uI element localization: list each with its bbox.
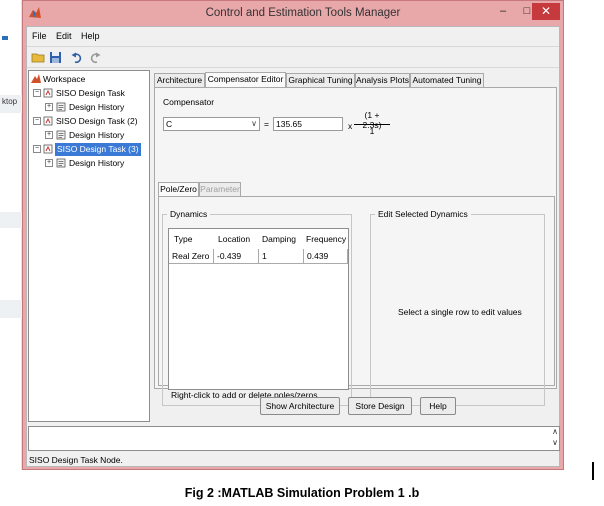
tree-label-siso-1: SISO Design Task: [56, 88, 125, 98]
close-button[interactable]: ✕: [532, 3, 560, 20]
select-row-hint: Select a single row to edit values: [398, 307, 522, 317]
desktop-strip-3: [0, 300, 22, 318]
collapse-icon[interactable]: −: [33, 117, 41, 125]
tree-label-history-2: Design History: [69, 130, 125, 140]
compensator-label: Compensator: [163, 97, 215, 107]
edit-selected-group: Edit Selected Dynamics Select a single r…: [370, 209, 545, 406]
compensator-editor-panel: Compensator C ∨ = 135.65 x (1 + 2.3s) 1 …: [154, 87, 557, 406]
task-icon: [43, 144, 53, 154]
expand-icon[interactable]: +: [45, 159, 53, 167]
column-header-location[interactable]: Location: [215, 232, 259, 246]
undo-icon[interactable]: [70, 50, 85, 65]
tab-compensator-editor[interactable]: Compensator Editor: [205, 72, 286, 88]
edit-selected-title: Edit Selected Dynamics: [375, 209, 471, 219]
column-header-type[interactable]: Type: [171, 232, 215, 246]
equals-sign: =: [264, 119, 269, 129]
chevron-down-icon: ∨: [251, 119, 257, 128]
table-cell-damping[interactable]: 1: [259, 249, 304, 263]
gain-input[interactable]: 135.65: [273, 117, 343, 131]
client-area: File Edit Help Workspace − SISO Design T…: [26, 26, 560, 467]
dynamics-group: Dynamics Type Location Damping Frequency…: [162, 209, 352, 406]
desktop-icon: [2, 36, 8, 40]
times-sign: x: [348, 121, 353, 131]
compensator-select[interactable]: C ∨: [163, 117, 260, 131]
minimize-button[interactable]: –: [491, 3, 515, 20]
pole-zero-panel: Dynamics Type Location Damping Frequency…: [158, 196, 555, 406]
fraction-bar: [354, 124, 390, 125]
scroll-up-icon[interactable]: ∧: [552, 427, 558, 436]
workspace-tree[interactable]: Workspace − SISO Design Task + Design Hi…: [28, 70, 150, 422]
history-icon: [56, 158, 66, 168]
message-area[interactable]: ∧ ∨: [28, 426, 560, 451]
transfer-denominator: 1: [369, 126, 375, 136]
tree-label-history-1: Design History: [69, 102, 125, 112]
redo-icon[interactable]: [87, 50, 102, 65]
tab-graphical-tuning[interactable]: Graphical Tuning: [286, 73, 355, 88]
column-header-damping[interactable]: Damping: [259, 232, 303, 246]
expand-icon[interactable]: +: [45, 103, 53, 111]
table-cell-frequency[interactable]: 0.439: [304, 249, 348, 263]
workspace-icon: [31, 74, 41, 83]
save-icon[interactable]: [48, 50, 63, 65]
menu-help[interactable]: Help: [81, 31, 100, 41]
tools-manager-window: Control and Estimation Tools Manager – □…: [22, 0, 564, 470]
menu-edit[interactable]: Edit: [56, 31, 72, 41]
desktop-strip-2: [0, 212, 22, 228]
row-divider: [169, 263, 348, 264]
open-folder-icon[interactable]: [31, 50, 46, 65]
menu-bar: File Edit Help: [27, 27, 559, 46]
tree-label-siso-3: SISO Design Task (3): [55, 143, 141, 156]
dynamics-title: Dynamics: [167, 209, 211, 219]
tab-pole-zero[interactable]: Pole/Zero: [158, 182, 199, 196]
task-icon: [43, 88, 53, 98]
tree-label-workspace: Workspace: [43, 74, 86, 84]
compensator-select-value: C: [166, 119, 173, 129]
column-header-frequency[interactable]: Frequency: [303, 232, 348, 246]
tab-analysis-plots[interactable]: Analysis Plots: [355, 73, 410, 88]
tab-parameter: Parameter: [199, 182, 241, 196]
collapse-icon[interactable]: −: [33, 89, 41, 97]
table-cell-location[interactable]: -0.439: [214, 249, 259, 263]
history-icon: [56, 130, 66, 140]
store-design-button[interactable]: Store Design: [348, 397, 412, 415]
title-bar[interactable]: Control and Estimation Tools Manager – □…: [23, 1, 563, 25]
figure-caption: Fig 2 :MATLAB Simulation Problem 1 .b: [184, 486, 420, 500]
show-architecture-button[interactable]: Show Architecture: [260, 397, 340, 415]
tree-label-siso-2: SISO Design Task (2): [56, 116, 138, 126]
history-icon: [56, 102, 66, 112]
tab-architecture[interactable]: Architecture: [154, 73, 205, 88]
desktop-edge: [0, 0, 22, 470]
table-cell-type[interactable]: Real Zero: [169, 249, 214, 263]
collapse-icon[interactable]: −: [33, 145, 41, 153]
tab-automated-tuning[interactable]: Automated Tuning: [410, 73, 484, 88]
task-icon: [43, 116, 53, 126]
matlab-app-icon: [29, 7, 41, 18]
tree-label-history-3: Design History: [69, 158, 125, 168]
menu-file[interactable]: File: [32, 31, 47, 41]
text-cursor: [592, 462, 594, 480]
dynamics-table[interactable]: Type Location Damping Frequency Real Zer…: [168, 228, 349, 390]
help-button[interactable]: Help: [420, 397, 456, 415]
window-title: Control and Estimation Tools Manager: [205, 7, 401, 19]
desktop-edge-text: ktop: [2, 97, 18, 106]
toolbar: [27, 46, 559, 68]
expand-icon[interactable]: +: [45, 131, 53, 139]
status-bar: SISO Design Task Node.: [29, 455, 123, 465]
scroll-down-icon[interactable]: ∨: [552, 438, 558, 447]
